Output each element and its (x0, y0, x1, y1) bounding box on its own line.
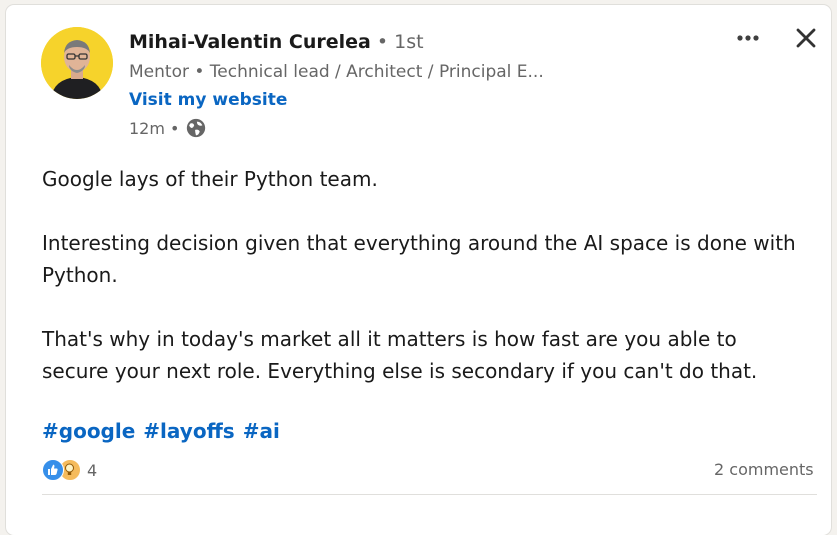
hashtag-list: #google #layoffs #ai (42, 419, 288, 443)
like-icon (42, 459, 64, 481)
social-bar-divider (42, 494, 817, 495)
dismiss-post-button[interactable] (791, 23, 821, 53)
author-name[interactable]: Mihai-Valentin Curelea • 1st (129, 31, 424, 53)
post-text-line: That's why in today's market all it matt… (42, 327, 758, 383)
visit-website-link[interactable]: Visit my website (129, 90, 287, 110)
hashtag-ai[interactable]: #ai (243, 419, 280, 443)
post-text-line: Interesting decision given that everythi… (42, 231, 796, 287)
connection-degree: • 1st (370, 31, 424, 53)
avatar-portrait (41, 27, 113, 99)
globe-icon (187, 118, 206, 138)
post-card: Mihai-Valentin Curelea • 1st Mentor • Te… (6, 5, 831, 535)
reaction-count: 4 (87, 460, 98, 480)
hashtag-layoffs[interactable]: #layoffs (143, 419, 234, 443)
hashtag-google[interactable]: #google (42, 419, 135, 443)
post-text-line: Google lays of their Python team. (42, 167, 378, 191)
post-body: Google lays of their Python team. Intere… (42, 163, 802, 387)
reactions-summary[interactable]: 4 (42, 459, 97, 481)
comments-count-link[interactable]: 2 comments (714, 460, 814, 479)
author-headline: Mentor • Technical lead / Architect / Pr… (129, 62, 544, 82)
more-options-button[interactable] (732, 25, 764, 51)
author-avatar[interactable] (41, 27, 113, 99)
ellipsis-icon (737, 35, 759, 41)
author-name-text[interactable]: Mihai-Valentin Curelea (129, 31, 371, 53)
post-time: 12m • (129, 118, 180, 138)
post-meta: 12m • (129, 117, 207, 139)
close-icon (796, 28, 816, 48)
